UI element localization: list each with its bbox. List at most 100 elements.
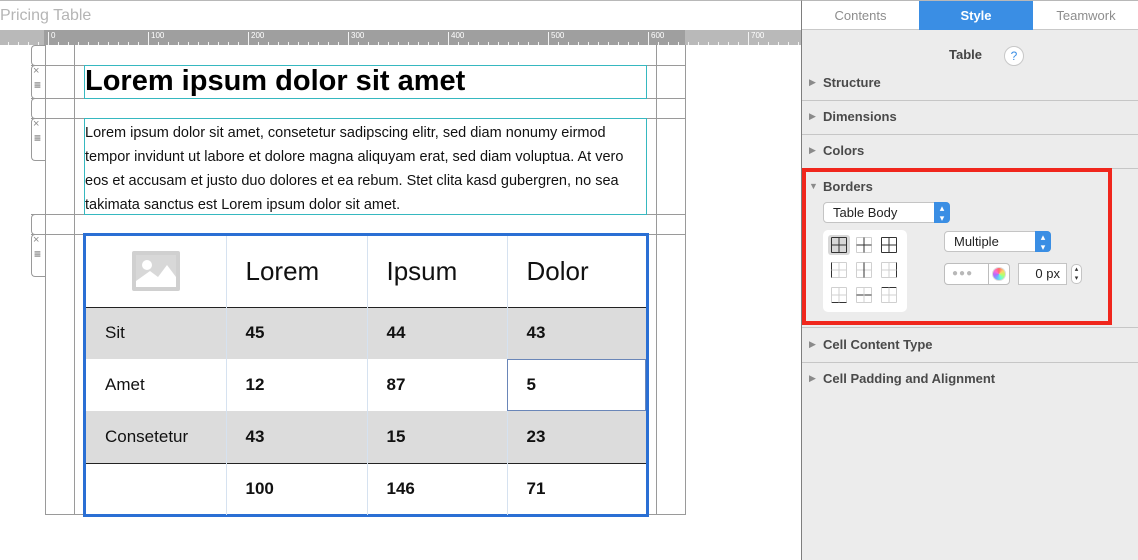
ruler-tick: [228, 42, 229, 45]
ruler-label: 500: [551, 31, 565, 40]
ruler-tick: [608, 42, 609, 45]
remove-row-icon[interactable]: ×: [33, 235, 39, 246]
row-handle-table[interactable]: × ≡: [31, 234, 45, 277]
row-menu-icon[interactable]: ≡: [34, 132, 41, 144]
border-option-bottom-icon[interactable]: [828, 285, 850, 305]
empty-row-handle[interactable]: [31, 214, 45, 235]
tab-style[interactable]: Style: [919, 1, 1033, 30]
border-option-inner-icon[interactable]: [853, 235, 875, 255]
remove-row-icon[interactable]: ×: [33, 66, 39, 77]
border-target-select[interactable]: Table Body ▴ ▾: [823, 202, 950, 223]
ruler-tick: [778, 42, 779, 45]
section-cell-padding[interactable]: ▶ Cell Padding and Alignment: [802, 363, 1138, 397]
footer-total-cell[interactable]: 71: [506, 463, 646, 515]
row-handle-paragraph[interactable]: × ≡: [31, 118, 45, 161]
pricing-table[interactable]: Lorem Ipsum Dolor Sit 45 44 43 Amet 12 8…: [83, 233, 649, 517]
ruler-tick: [488, 42, 489, 45]
ruler-tick: [748, 32, 749, 45]
border-style-grid: [823, 230, 907, 312]
empty-row-handle[interactable]: [31, 98, 45, 119]
section-colors[interactable]: ▶ Colors: [802, 135, 1138, 169]
section-dimensions[interactable]: ▶ Dimensions: [802, 101, 1138, 135]
table-cell[interactable]: 87: [366, 359, 507, 411]
section-label: Cell Content Type: [823, 337, 933, 352]
remove-row-icon[interactable]: ×: [33, 119, 39, 130]
inspector-tabs: Contents Style Teamwork: [802, 1, 1138, 30]
horizontal-ruler[interactable]: 0 100 200 300 400 500 600 700: [0, 30, 801, 45]
ruler-tick: [8, 42, 9, 45]
tab-teamwork[interactable]: Teamwork: [1033, 1, 1138, 30]
ruler-tick: [288, 42, 289, 45]
heading-text[interactable]: Lorem ipsum dolor sit amet: [85, 65, 465, 98]
ruler-tick: [118, 42, 119, 45]
border-option-left-icon[interactable]: [828, 260, 850, 280]
table-cell[interactable]: 15: [366, 411, 507, 463]
row-menu-icon[interactable]: ≡: [34, 248, 41, 260]
ruler-tick: [518, 42, 519, 45]
paragraph-text[interactable]: Lorem ipsum dolor sit amet, consetetur s…: [85, 121, 645, 217]
help-button[interactable]: ?: [1004, 46, 1024, 66]
row-handle-heading[interactable]: × ≡: [31, 65, 45, 99]
section-cell-content-type[interactable]: ▶ Cell Content Type: [802, 329, 1138, 363]
selected-table-cell[interactable]: 5: [506, 359, 646, 411]
ruler-tick: [678, 42, 679, 45]
guide-line: [74, 45, 75, 515]
table-cell[interactable]: 45: [225, 307, 367, 359]
table-cell[interactable]: 12: [225, 359, 367, 411]
border-width-stepper[interactable]: ▴ ▾: [1071, 264, 1082, 284]
section-label: Dimensions: [823, 109, 897, 124]
ruler-tick: [68, 42, 69, 45]
footer-label-cell[interactable]: [86, 463, 226, 515]
table-cell[interactable]: 43: [225, 411, 367, 463]
row-label-cell[interactable]: Consetetur: [86, 411, 226, 463]
table-header-cell[interactable]: Dolor: [506, 236, 646, 307]
ruler-tick: [548, 32, 549, 45]
editor-canvas[interactable]: Pricing Table 0 100 200 300 400 500 600 700 × ≡…: [0, 0, 801, 560]
border-option-horizontal-inner-icon[interactable]: [853, 285, 875, 305]
table-cell[interactable]: 23: [506, 411, 646, 463]
footer-total-cell[interactable]: 146: [366, 463, 507, 515]
guide-line: [685, 45, 686, 515]
ruler-tick: [188, 42, 189, 45]
row-label-cell[interactable]: Sit: [86, 307, 226, 359]
table-header-row: Lorem Ipsum Dolor: [86, 236, 646, 307]
footer-total-cell[interactable]: 100: [225, 463, 367, 515]
section-structure[interactable]: ▶ Structure: [802, 67, 1138, 101]
border-option-right-icon[interactable]: [878, 260, 900, 280]
row-label-cell[interactable]: Amet: [86, 359, 226, 411]
disclosure-right-icon: ▶: [809, 373, 816, 383]
row-menu-icon[interactable]: ≡: [34, 79, 41, 91]
table-cell[interactable]: 43: [506, 307, 646, 359]
tab-contents[interactable]: Contents: [802, 1, 919, 30]
ruler-tick: [598, 42, 599, 45]
table-header-cell[interactable]: Ipsum: [366, 236, 507, 307]
border-option-all-inner-outer-icon[interactable]: [828, 235, 850, 255]
border-option-all-icon[interactable]: [878, 235, 900, 255]
ruler-tick: [418, 42, 419, 45]
ruler-tick: [388, 42, 389, 45]
ruler-tick: [168, 42, 169, 45]
empty-row-handle[interactable]: [31, 45, 45, 66]
ruler-tick: [308, 42, 309, 45]
table-header-cell[interactable]: Lorem: [225, 236, 367, 307]
table-header-cell[interactable]: [86, 236, 226, 307]
border-color-well[interactable]: ●●●: [944, 263, 1010, 285]
section-borders: ▼ Borders Table Body ▴ ▾ Multiple ▴ ▾ ●●…: [802, 170, 1138, 328]
disclosure-down-icon[interactable]: ▼: [809, 181, 818, 191]
ruler-label: 300: [351, 31, 365, 40]
ruler-tick: [28, 42, 29, 45]
inspector-title: Table: [949, 47, 982, 62]
select-value: Multiple: [954, 234, 999, 249]
disclosure-right-icon: ▶: [809, 145, 816, 155]
table-cell[interactable]: 44: [366, 307, 507, 359]
border-option-top-icon[interactable]: [878, 285, 900, 305]
border-option-vertical-inner-icon[interactable]: [853, 260, 875, 280]
ruler-tick: [348, 32, 349, 45]
section-label: Cell Padding and Alignment: [823, 371, 996, 386]
color-wheel-icon[interactable]: [992, 267, 1006, 281]
border-style-select[interactable]: Multiple ▴ ▾: [944, 231, 1051, 252]
section-label[interactable]: Borders: [823, 179, 873, 194]
ruler-label: 0: [51, 31, 56, 40]
border-width-input[interactable]: 0 px: [1018, 263, 1067, 285]
section-label: Colors: [823, 143, 865, 158]
